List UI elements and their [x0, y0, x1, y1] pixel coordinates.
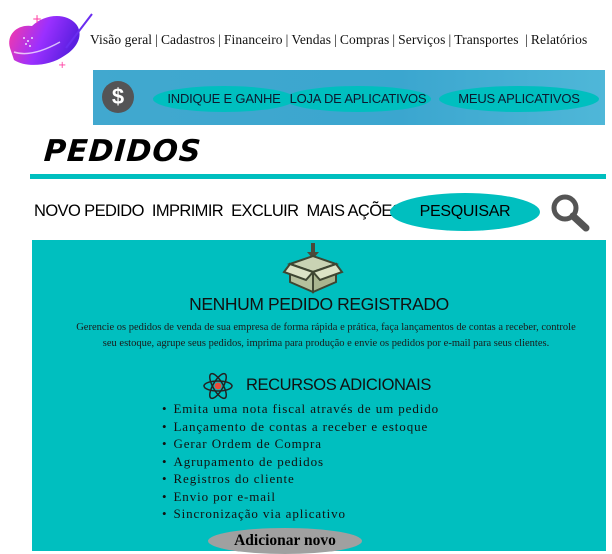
resources-title: RECURSOS ADICIONAIS [246, 376, 431, 394]
add-new-button[interactable]: Adicionar novo [208, 528, 362, 554]
nav-item-visao-geral[interactable]: Visão geral [90, 32, 152, 47]
nav-separator: | [285, 32, 289, 47]
nav-item-vendas[interactable]: Vendas [291, 32, 331, 47]
top-nav: Visão geral | Cadastros | Financeiro | Vendas |… [90, 32, 587, 48]
list-item: Emita uma nota fiscal através de um pedi… [162, 400, 439, 418]
box-icon [282, 243, 344, 294]
nav-separator: | [392, 32, 396, 47]
excluir-button[interactable]: EXCLUIR [231, 202, 299, 220]
logo-icon: + + [9, 12, 93, 70]
apps-banner: $ INDIQUE E GANHE LOJA DE APLICATIVOS ME… [93, 70, 605, 125]
title-divider [30, 174, 606, 179]
search-icon[interactable] [548, 192, 592, 232]
imprimir-button[interactable]: IMPRIMIR [152, 202, 224, 220]
action-toolbar: NOVO PEDIDO IMPRIMIR EXCLUIR MAIS AÇÕES [34, 202, 410, 221]
resources-list: Emita uma nota fiscal através de um pedi… [162, 400, 439, 523]
empty-state-title: NENHUM PEDIDO REGISTRADO [189, 294, 449, 314]
meus-aplicativos-button[interactable]: MEUS APLICATIVOS [439, 86, 599, 112]
list-item: Gerar Ordem de Compra [162, 435, 439, 453]
novo-pedido-button[interactable]: NOVO PEDIDO [34, 202, 144, 220]
nav-item-relatorios[interactable]: Relatórios [531, 32, 588, 47]
page-title: PEDIDOS [42, 134, 203, 169]
nav-separator: | [521, 32, 528, 47]
loja-de-aplicativos-button[interactable]: LOJA DE APLICATIVOS [285, 86, 431, 112]
list-item: Envio por e-mail [162, 488, 439, 506]
empty-state-panel: NENHUM PEDIDO REGISTRADO Gerencie os ped… [32, 240, 606, 554]
nav-item-servicos[interactable]: Serviços [398, 32, 445, 47]
nav-item-cadastros[interactable]: Cadastros [161, 32, 215, 47]
atom-icon [203, 372, 233, 400]
svg-text:+: + [58, 60, 66, 70]
mais-acoes-button[interactable]: MAIS AÇÕES [306, 202, 402, 220]
search-button[interactable]: PESQUISAR [390, 193, 540, 231]
list-item: Agrupamento de pedidos [162, 453, 439, 471]
indique-e-ganhe-button[interactable]: INDIQUE E GANHE [153, 86, 295, 112]
dollar-icon: $ [102, 81, 134, 113]
nav-item-compras[interactable]: Compras [340, 32, 389, 47]
nav-separator: | [448, 32, 452, 47]
list-item: Lançamento de contas a receber e estoque [162, 418, 439, 436]
svg-text:+: + [32, 12, 42, 26]
nav-separator: | [218, 32, 221, 47]
nav-separator: | [334, 32, 337, 47]
nav-item-financeiro[interactable]: Financeiro [224, 32, 283, 47]
nav-separator: | [155, 32, 158, 47]
list-item: Registros do cliente [162, 470, 439, 488]
empty-state-description: Gerencie os pedidos de venda de sua empr… [76, 322, 576, 349]
nav-item-transportes[interactable]: Transportes [454, 32, 518, 47]
list-item: Sincronização via aplicativo [162, 505, 439, 523]
